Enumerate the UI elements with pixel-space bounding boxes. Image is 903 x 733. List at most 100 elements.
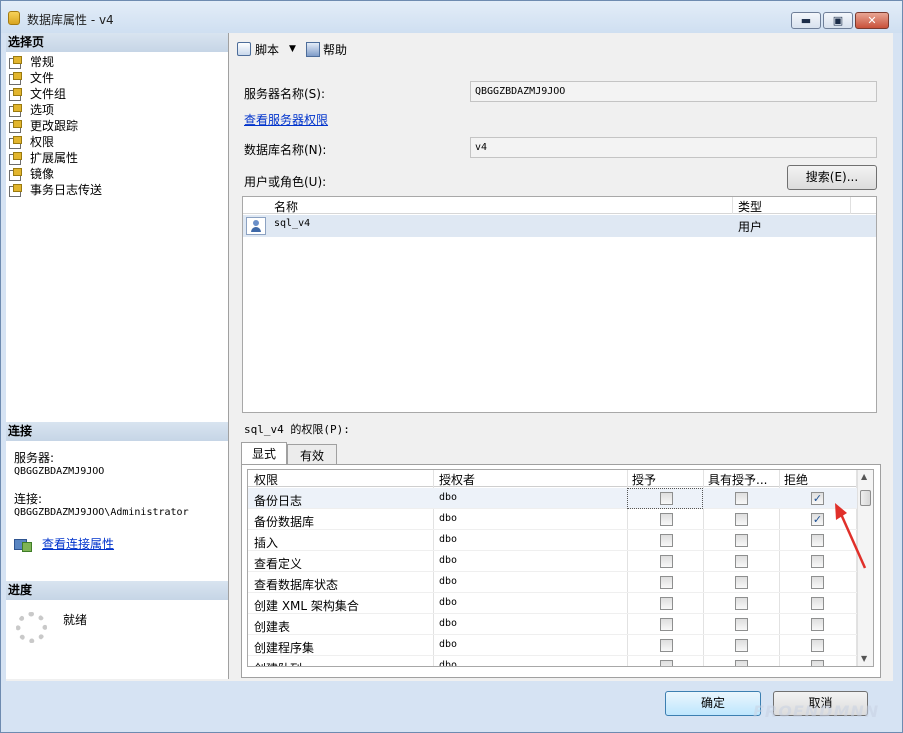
grant-checkbox[interactable] xyxy=(660,660,673,666)
connection-properties-icon xyxy=(14,537,32,552)
scroll-up-icon[interactable]: ▲ xyxy=(861,472,867,481)
column-with-grant[interactable]: 具有授予... xyxy=(708,471,767,488)
progress-header: 进度 xyxy=(6,581,228,600)
grant-checkbox[interactable] xyxy=(660,555,673,568)
database-properties-window: 数据库属性 - v4 ▬ ▣ ✕ 选择页 常规 文件 文件组 选项 更改跟踪 权限 扩展属性… xyxy=(0,0,903,733)
tab-effective[interactable]: 有效 xyxy=(287,444,337,465)
server-name-field[interactable]: QBGGZBDAZMJ9JOO xyxy=(470,81,877,102)
database-name-label: 数据库名称(N): xyxy=(244,143,327,157)
page-label: 文件组 xyxy=(30,87,67,101)
table-row[interactable]: 插入 dbo xyxy=(248,530,858,551)
view-server-permissions-link[interactable]: 查看服务器权限 xyxy=(244,111,328,128)
grant-checkbox[interactable] xyxy=(660,639,673,652)
server-value: QBGGZBDAZMJ9JOO xyxy=(14,466,105,477)
connection-header: 连接 xyxy=(6,422,228,441)
user-name: sql_v4 xyxy=(274,218,311,229)
column-grantor[interactable]: 授权者 xyxy=(439,471,475,488)
permission-name: 创建 XML 架构集合 xyxy=(254,599,359,613)
column-deny[interactable]: 拒绝 xyxy=(784,471,808,488)
maximize-button[interactable]: ▣ xyxy=(823,12,853,29)
page-icon xyxy=(8,168,22,181)
progress-status: 就绪 xyxy=(63,613,88,627)
deny-checkbox[interactable] xyxy=(811,618,824,631)
table-row[interactable]: 查看定义 dbo xyxy=(248,551,858,572)
column-grant[interactable]: 授予 xyxy=(632,471,656,488)
deny-checkbox[interactable] xyxy=(811,576,824,589)
column-type[interactable]: 类型 xyxy=(738,198,762,215)
grant-checkbox[interactable] xyxy=(660,576,673,589)
table-row[interactable]: sql_v4 用户 xyxy=(243,215,876,237)
page-icon xyxy=(8,56,22,69)
permission-grantor: dbo xyxy=(439,660,458,667)
table-row[interactable]: 备份数据库 dbo ✓ xyxy=(248,509,858,530)
help-button[interactable]: 帮助 xyxy=(305,41,347,58)
page-icon xyxy=(8,88,22,101)
grant-checkbox[interactable] xyxy=(660,618,673,631)
with-grant-checkbox[interactable] xyxy=(735,639,748,652)
column-name[interactable]: 名称 xyxy=(274,198,298,215)
permission-grantor: dbo xyxy=(439,534,458,545)
grant-checkbox[interactable] xyxy=(660,534,673,547)
with-grant-checkbox[interactable] xyxy=(735,660,748,666)
script-dropdown-arrow-icon[interactable]: ▼ xyxy=(289,44,296,54)
with-grant-checkbox[interactable] xyxy=(735,576,748,589)
page-label: 文件 xyxy=(30,71,55,85)
page-icon xyxy=(8,152,22,165)
minimize-button[interactable]: ▬ xyxy=(791,12,821,29)
with-grant-checkbox[interactable] xyxy=(735,555,748,568)
grant-checkbox[interactable] xyxy=(660,597,673,610)
grant-checkbox[interactable] xyxy=(660,513,673,526)
page-item[interactable]: 扩展属性 xyxy=(8,150,226,166)
watermark: FROENDMNN xyxy=(753,702,880,721)
search-button[interactable]: 搜索(E)... xyxy=(787,165,877,190)
view-connection-properties[interactable]: 查看连接属性 xyxy=(14,535,114,552)
annotation-arrow-icon xyxy=(835,503,867,569)
table-row[interactable]: 备份日志 dbo ✓ xyxy=(248,488,858,509)
table-row[interactable]: 创建表 dbo xyxy=(248,614,858,635)
deny-checkbox[interactable] xyxy=(811,534,824,547)
with-grant-checkbox[interactable] xyxy=(735,492,748,505)
page-item[interactable]: 选项 xyxy=(8,102,226,118)
connection-value: QBGGZBDAZMJ9JOO\Administrator xyxy=(14,507,189,518)
view-connection-properties-link[interactable]: 查看连接属性 xyxy=(42,535,114,552)
with-grant-checkbox[interactable] xyxy=(735,513,748,526)
table-row[interactable]: 创建 XML 架构集合 dbo xyxy=(248,593,858,614)
ok-button[interactable]: 确定 xyxy=(665,691,761,716)
page-item[interactable]: 事务日志传送 xyxy=(8,182,226,198)
page-item[interactable]: 常规 xyxy=(8,54,226,70)
page-icon xyxy=(8,104,22,117)
permission-name: 查看数据库状态 xyxy=(254,578,339,592)
deny-checkbox[interactable] xyxy=(811,597,824,610)
table-row[interactable]: 查看数据库状态 dbo xyxy=(248,572,858,593)
page-item[interactable]: 文件 xyxy=(8,70,226,86)
deny-checkbox[interactable] xyxy=(811,555,824,568)
permission-name: 插入 xyxy=(254,536,279,550)
users-grid: 名称 类型 sql_v4 用户 xyxy=(242,196,877,413)
tab-explicit[interactable]: 显式 xyxy=(241,442,287,464)
page-item[interactable]: 更改跟踪 xyxy=(8,118,226,134)
select-page-header: 选择页 xyxy=(6,33,228,52)
page-item[interactable]: 镜像 xyxy=(8,166,226,182)
right-pane: 脚本 ▼ 帮助 服务器名称(S): QBGGZBDAZMJ9JOO 查看服务器权… xyxy=(230,33,893,679)
scroll-down-icon[interactable]: ▼ xyxy=(861,654,867,663)
table-row[interactable]: 创建程序集 dbo xyxy=(248,635,858,656)
permissions-grid: 权限 授权者 授予 具有授予... 拒绝 备份日志 dbo ✓ 备份数据库 dbo ✓ 插入… xyxy=(247,469,874,667)
permission-name: 创建队列 xyxy=(254,660,302,666)
with-grant-checkbox[interactable] xyxy=(735,597,748,610)
page-item[interactable]: 权限 xyxy=(8,134,226,150)
close-button[interactable]: ✕ xyxy=(855,12,889,29)
script-button[interactable]: 脚本 ▼ xyxy=(237,41,296,58)
database-name-field[interactable]: v4 xyxy=(470,137,877,158)
with-grant-checkbox[interactable] xyxy=(735,534,748,547)
deny-checkbox[interactable] xyxy=(811,660,824,666)
page-item[interactable]: 文件组 xyxy=(8,86,226,102)
page-icon xyxy=(8,72,22,85)
permission-grantor: dbo xyxy=(439,639,458,650)
deny-checkbox[interactable] xyxy=(811,639,824,652)
deny-checkbox[interactable]: ✓ xyxy=(811,513,824,526)
column-permission[interactable]: 权限 xyxy=(254,471,278,488)
user-icon xyxy=(246,217,266,235)
with-grant-checkbox[interactable] xyxy=(735,618,748,631)
table-row[interactable]: 创建队列 dbo xyxy=(248,656,858,667)
deny-checkbox[interactable]: ✓ xyxy=(811,492,824,505)
